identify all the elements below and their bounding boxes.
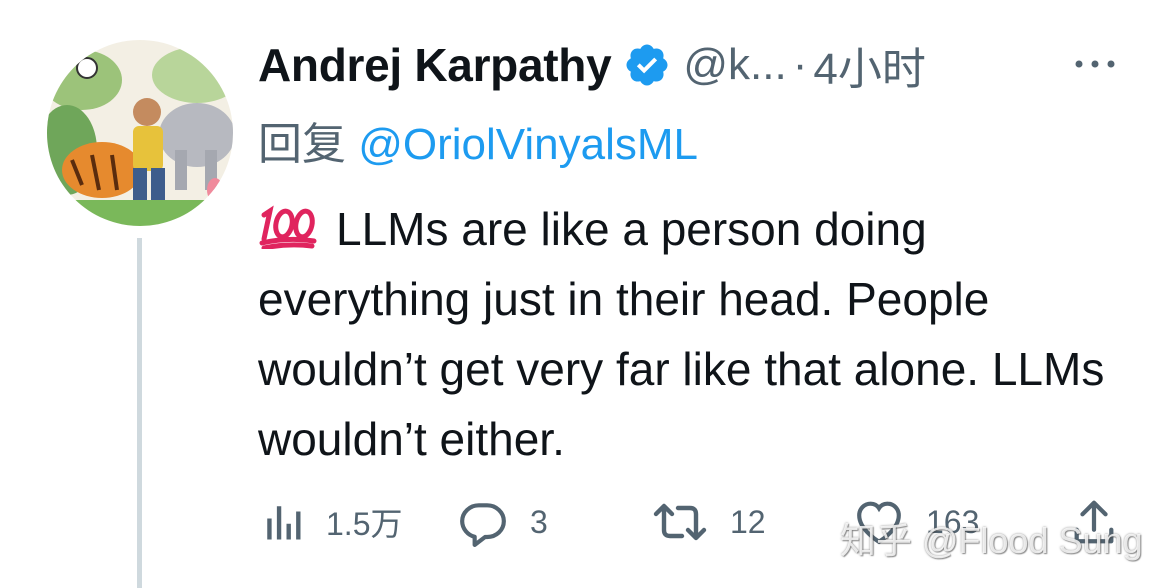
- views-chart-icon: [267, 506, 301, 540]
- replying-to-line: 回复 @OriolVinyalsML: [258, 108, 698, 172]
- tweet[interactable]: Andrej Karpathy @k... · 4小时 回复 @OriolVin…: [0, 0, 1170, 588]
- reply-bubble-icon: [460, 503, 506, 547]
- tweet-text: 💯 LLMs are like a person doing everythin…: [258, 194, 1148, 474]
- reply-prefix: 回复: [258, 120, 346, 169]
- reply-to-mention[interactable]: @OriolVinyalsML: [358, 120, 698, 169]
- more-options-icon[interactable]: [1071, 52, 1119, 76]
- verified-badge-icon: [626, 44, 668, 86]
- retweet-count: 12: [730, 503, 766, 540]
- retweet-action[interactable]: 12: [652, 494, 766, 550]
- views-action[interactable]: 1.5万: [262, 494, 403, 550]
- avatar[interactable]: [47, 40, 233, 226]
- reply-count: 3: [530, 503, 548, 540]
- author-name[interactable]: Andrej Karpathy: [258, 38, 612, 92]
- header-separator: ·: [792, 40, 808, 89]
- reply-action[interactable]: 3: [458, 494, 548, 550]
- tweet-header: Andrej Karpathy @k... · 4小时: [258, 32, 926, 98]
- hundred-points-emoji: 💯: [259, 205, 317, 249]
- tweet-body-text: LLMs are like a person doing everything …: [258, 203, 1105, 465]
- share-action[interactable]: [1072, 494, 1116, 550]
- avatar-illustration: [47, 40, 233, 226]
- retweet-icon: [653, 503, 707, 541]
- tweet-actions: 1.5万 3 12 163: [0, 494, 1170, 554]
- heart-icon: [857, 501, 901, 545]
- author-handle[interactable]: @k...: [683, 40, 786, 90]
- share-icon: [1074, 500, 1114, 544]
- tweet-timestamp[interactable]: 4小时: [813, 33, 925, 97]
- like-count: 163: [926, 503, 980, 540]
- like-action[interactable]: 163: [854, 494, 979, 550]
- views-count: 1.5万: [326, 506, 403, 542]
